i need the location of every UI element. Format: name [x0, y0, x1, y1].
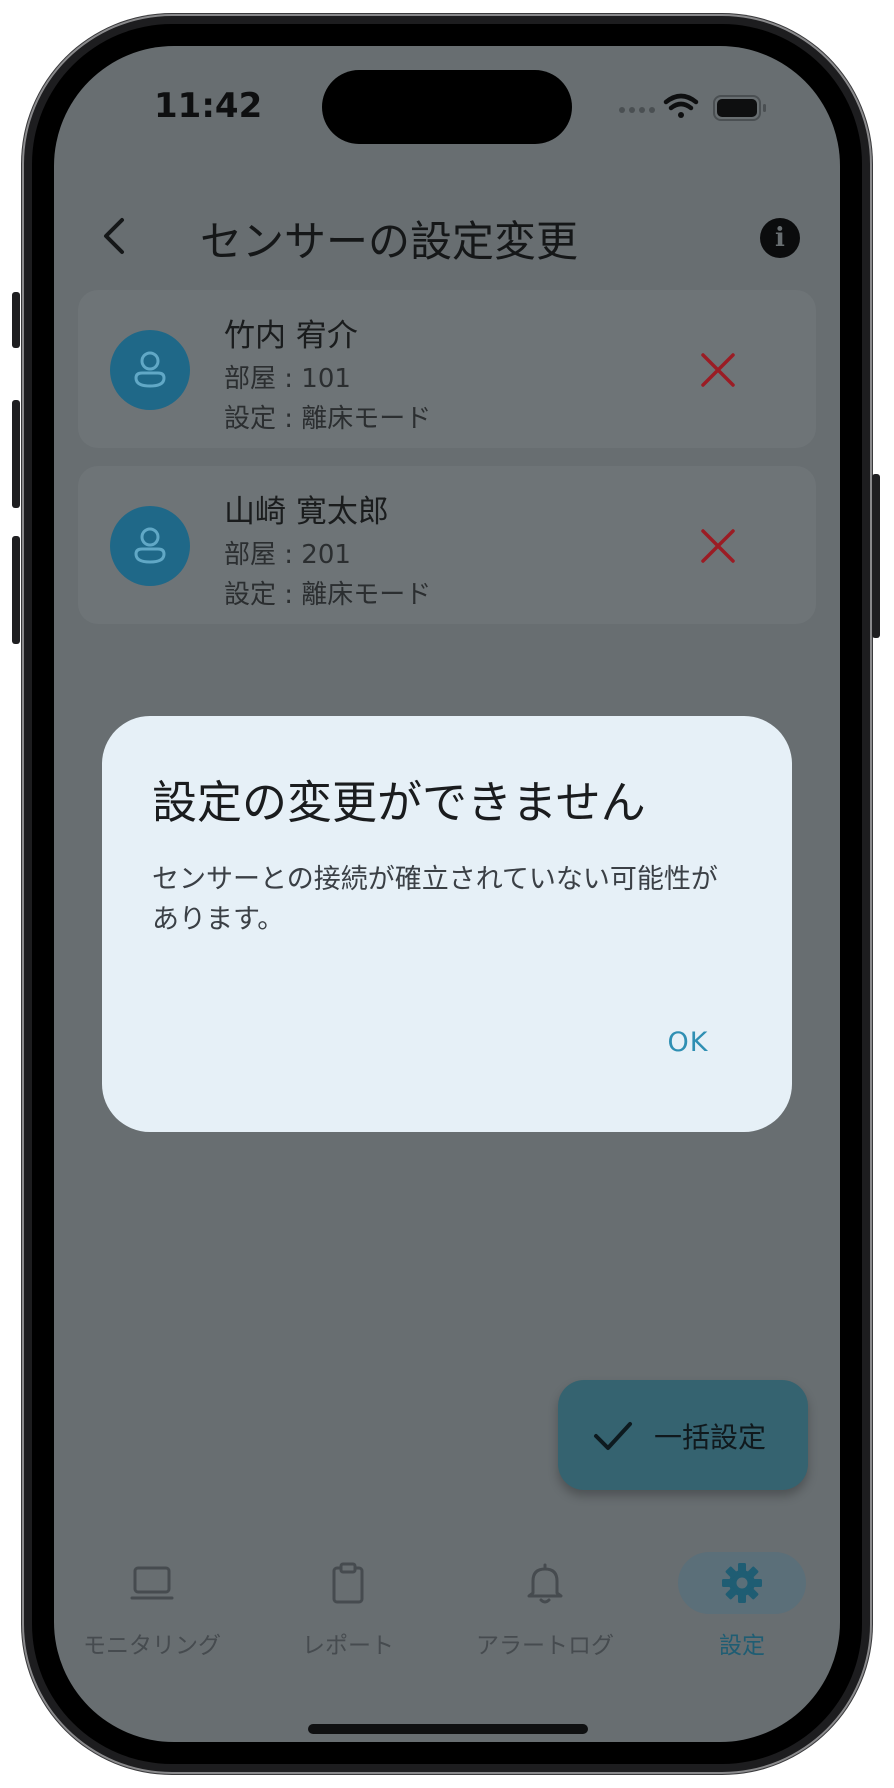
volume-up-button — [12, 400, 20, 508]
nav-label: モニタリング — [83, 1633, 221, 1659]
wifi-icon — [663, 93, 699, 118]
battery-icon — [713, 95, 766, 121]
app-bar: センサーの設定変更 i — [54, 196, 840, 276]
resident-room: 部屋 : 201 — [224, 540, 351, 570]
error-dialog: 設定の変更ができません センサーとの接続が確立されていない可能性があります。 O… — [102, 716, 792, 1132]
monitor-icon — [130, 1566, 174, 1600]
status-time: 11:42 — [154, 86, 263, 126]
resident-name: 竹内 宥介 — [224, 318, 358, 354]
chevron-left-icon — [104, 218, 124, 254]
resident-room: 部屋 : 101 — [224, 364, 351, 394]
remove-button[interactable] — [694, 522, 742, 570]
close-icon — [701, 529, 735, 563]
bell-icon — [527, 1563, 563, 1604]
nav-item-alert-log[interactable]: アラートログ — [447, 1550, 643, 1660]
gear-icon — [722, 1563, 762, 1603]
resident-name: 山崎 寛太郎 — [224, 494, 389, 530]
person-icon — [134, 351, 166, 388]
bulk-setting-button[interactable]: 一括設定 — [558, 1380, 808, 1490]
bottom-navigation: モニタリング レポート アラートログ 設定 — [54, 1550, 840, 1660]
signal-icon — [619, 107, 655, 113]
nav-label: 設定 — [719, 1633, 765, 1659]
nav-item-report[interactable]: レポート — [250, 1550, 446, 1660]
avatar — [110, 506, 190, 586]
close-icon — [701, 353, 735, 387]
info-icon: i — [775, 223, 785, 253]
app-screen: 11:42 センサーの設定変更 i 竹内 宥介 部屋: 101 設定: 離床… — [54, 46, 840, 1742]
nav-label: アラートログ — [476, 1633, 614, 1659]
status-icons — [614, 88, 794, 128]
page-title: センサーの設定変更 — [200, 217, 579, 266]
power-button — [872, 474, 880, 638]
remove-button[interactable] — [694, 346, 742, 394]
back-button[interactable] — [84, 206, 144, 266]
ok-button[interactable]: OK — [642, 1012, 734, 1072]
resident-setting: 設定 : 離床モード — [224, 580, 432, 610]
dynamic-island — [322, 70, 572, 144]
person-icon — [134, 527, 166, 564]
resident-card[interactable]: 山崎 寛太郎 部屋 : 201 設定 : 離床モード — [78, 466, 816, 624]
resident-card[interactable]: 竹内 宥介 部屋 : 101 設定 : 離床モード — [78, 290, 816, 448]
bulk-setting-label: 一括設定 — [654, 1421, 767, 1454]
clipboard-icon — [332, 1562, 364, 1604]
resident-setting: 設定 : 離床モード — [224, 404, 432, 434]
dialog-message: センサーとの接続が確立されていない可能性があります。 — [152, 864, 718, 935]
home-indicator[interactable] — [308, 1724, 588, 1734]
check-icon — [594, 1422, 632, 1450]
dialog-title: 設定の変更ができません — [152, 776, 646, 829]
nav-label: レポート — [302, 1633, 394, 1659]
volume-down-button — [12, 536, 20, 644]
action-button — [12, 292, 20, 348]
avatar — [110, 330, 190, 410]
nav-item-settings[interactable]: 設定 — [644, 1550, 840, 1660]
nav-item-monitoring[interactable]: モニタリング — [54, 1550, 250, 1660]
info-button[interactable]: i — [760, 218, 800, 258]
